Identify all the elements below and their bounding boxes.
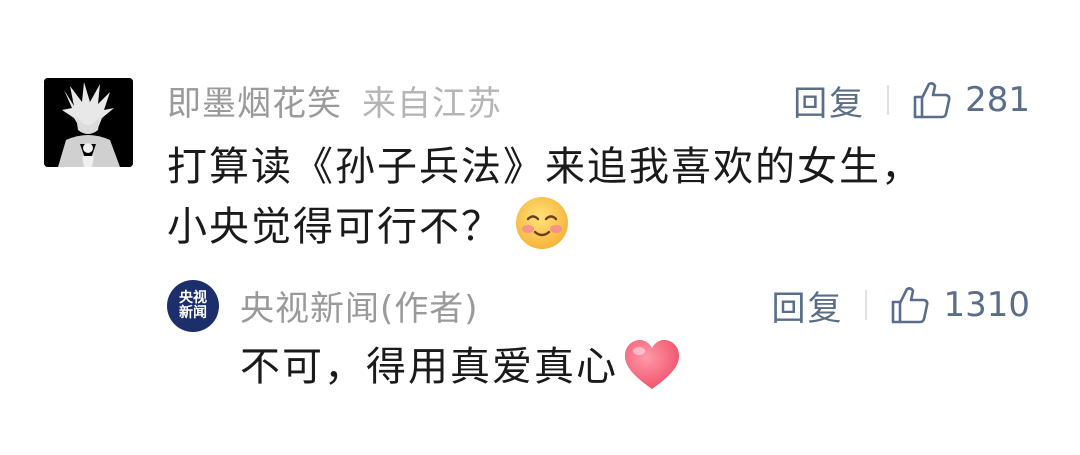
comment-text-line-2: 小央觉得可行不？ xyxy=(167,197,1047,257)
avatar-text-bottom: 新闻 xyxy=(179,305,207,321)
comment-meta: 即墨烟花笑 来自江苏 xyxy=(167,74,502,126)
comment-text-line-1: 打算读《孙子兵法》来追我喜欢的女生， xyxy=(167,144,923,190)
reply-button[interactable]: 回复 xyxy=(771,281,843,330)
like-button[interactable]: 281 xyxy=(911,79,1030,121)
heart-emoji xyxy=(624,340,680,389)
comment-actions: 回复 281 xyxy=(793,74,1030,126)
reply-actions: 回复 1310 xyxy=(771,279,1030,331)
avatar[interactable]: 央视 新闻 xyxy=(167,280,219,332)
like-button[interactable]: 1310 xyxy=(889,284,1030,326)
reply-meta: 央视新闻(作者) xyxy=(240,279,479,331)
reply-username[interactable]: 央视新闻(作者) xyxy=(240,281,479,330)
comment-text: 打算读《孙子兵法》来追我喜欢的女生， 小央觉得可行不？ xyxy=(167,137,1047,257)
reply-button[interactable]: 回复 xyxy=(793,76,865,125)
divider xyxy=(887,85,890,115)
blushing-face-emoji xyxy=(516,197,568,249)
username[interactable]: 即墨烟花笑 xyxy=(167,76,342,125)
thumbs-up-icon xyxy=(913,82,951,119)
reply-text: 不可，得用真爱真心 xyxy=(240,337,682,397)
thumbs-up-icon xyxy=(892,287,929,324)
reply-text-content: 不可，得用真爱真心 xyxy=(240,344,618,390)
like-count: 1310 xyxy=(943,285,1030,325)
comment-thread: 即墨烟花笑 来自江苏 回复 281 打算读《孙子兵法》来追我喜欢的女生， 小央觉… xyxy=(0,0,1080,455)
divider xyxy=(865,290,868,320)
comment-text-line-2-text: 小央觉得可行不？ xyxy=(167,204,503,250)
location-label: 来自江苏 xyxy=(362,83,502,124)
avatar[interactable] xyxy=(44,78,133,167)
like-count: 281 xyxy=(965,80,1030,120)
avatar-text-top: 央视 xyxy=(179,290,207,306)
